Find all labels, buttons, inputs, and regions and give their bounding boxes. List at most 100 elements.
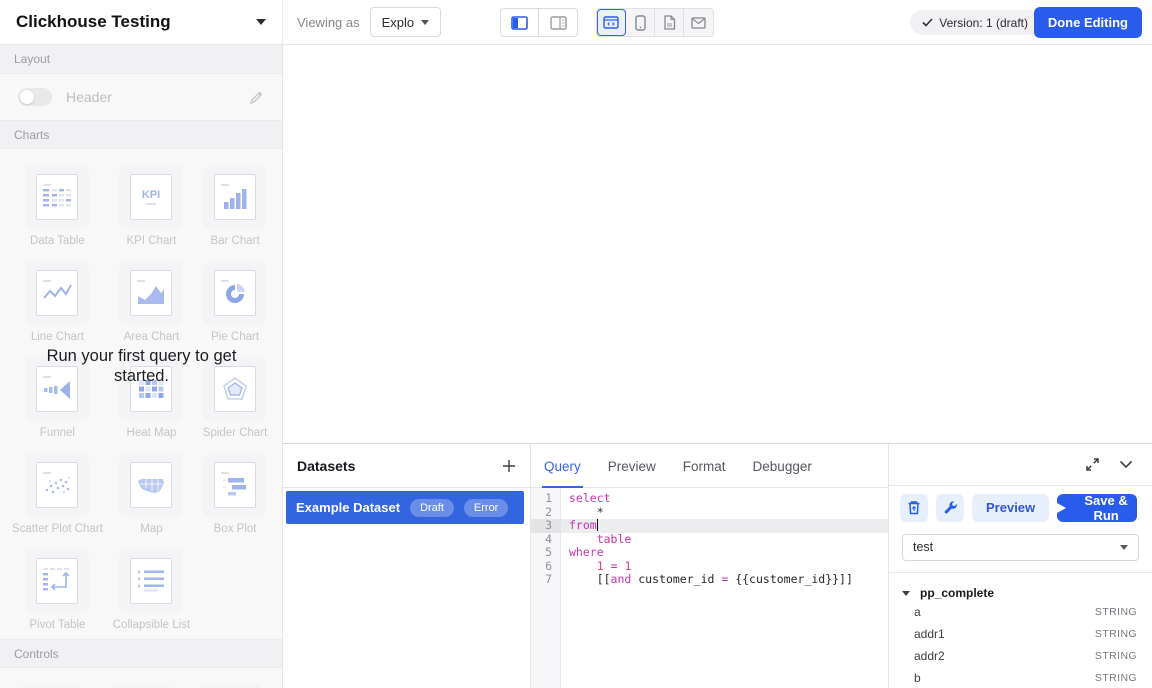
expand-panel-icon[interactable] xyxy=(1085,457,1100,472)
control-card[interactable] xyxy=(191,678,270,688)
tab-query[interactable]: Query xyxy=(544,459,581,487)
pdf-export-button[interactable] xyxy=(655,9,684,36)
schema-table-name: pp_complete xyxy=(920,586,994,600)
desktop-preview-button[interactable] xyxy=(597,9,626,36)
area-chart-icon xyxy=(134,276,168,310)
query-settings-button[interactable] xyxy=(936,494,964,522)
datasets-title: Datasets xyxy=(297,458,355,474)
schema-field-row: addr1 STRING xyxy=(902,623,1137,644)
viewing-as-value: Explo xyxy=(382,15,415,30)
schema-browser: pp_complete a STRING addr1 STRING addr2 … xyxy=(889,573,1152,688)
code-line[interactable]: 3from xyxy=(531,519,888,533)
right-panel-toggle-button[interactable] xyxy=(539,8,578,37)
datasets-column: Datasets Example Dataset Draft Error xyxy=(283,444,531,688)
section-controls: Controls xyxy=(0,639,282,668)
sql-editor[interactable]: 1select2 *3from4 table5where6 1 = 17 [[a… xyxy=(531,488,888,688)
dataset-badge-error: Error xyxy=(464,499,508,517)
play-icon xyxy=(1057,503,1066,513)
dashboard-title-area[interactable]: Clickhouse Testing xyxy=(0,0,283,44)
line-chart-icon xyxy=(40,276,74,310)
tab-format[interactable]: Format xyxy=(683,459,726,487)
code-line[interactable]: 6 1 = 1 xyxy=(531,560,888,574)
tab-debugger[interactable]: Debugger xyxy=(753,459,812,487)
chevron-down-icon xyxy=(1120,545,1128,550)
email-export-button[interactable] xyxy=(684,9,713,36)
preview-button[interactable]: Preview xyxy=(972,494,1049,522)
pie-chart-icon xyxy=(218,276,252,310)
code-line[interactable]: 1select xyxy=(531,492,888,506)
collapse-caret-icon xyxy=(902,591,910,596)
right-panel-icon xyxy=(550,16,567,30)
wrench-icon xyxy=(943,500,958,515)
header-layout-row: Header xyxy=(0,74,282,120)
edit-pencil-icon[interactable] xyxy=(249,90,264,105)
version-label: Version: 1 (draft) xyxy=(939,16,1028,30)
chart-type-grid: Data Table KPI KPI Chart xyxy=(0,149,282,639)
code-line[interactable]: 7 [[and customer_id = {{customer_id}}]] xyxy=(531,573,888,587)
svg-text:KPI: KPI xyxy=(142,189,160,201)
left-panel-icon xyxy=(511,16,528,30)
chart-card-bar[interactable]: Bar Chart xyxy=(200,159,270,255)
chart-card-pivot-table[interactable]: Pivot Table xyxy=(12,543,103,639)
chart-card-scatter[interactable]: Scatter Plot Chart xyxy=(12,447,103,543)
kpi-chart-icon: KPI xyxy=(134,180,168,214)
envelope-icon xyxy=(691,17,706,29)
page-title: Clickhouse Testing xyxy=(16,12,171,32)
panel-controls xyxy=(888,444,1152,486)
pivot-table-icon xyxy=(40,564,74,598)
chart-card-data-table[interactable]: Data Table xyxy=(12,159,103,255)
delete-dataset-button[interactable] xyxy=(900,494,928,522)
code-line[interactable]: 2 * xyxy=(531,506,888,520)
editor-tabs: Query Preview Format Debugger xyxy=(531,444,888,488)
viewing-as-dropdown[interactable]: Explo xyxy=(370,7,442,37)
chart-card-collapsible-list[interactable]: Collapsible List xyxy=(113,543,190,639)
check-icon xyxy=(922,18,933,27)
code-line[interactable]: 4 table xyxy=(531,533,888,547)
chart-card-area[interactable]: Area Chart xyxy=(113,255,190,351)
schema-table-row[interactable]: pp_complete xyxy=(902,586,1137,600)
chart-card-map[interactable]: Map xyxy=(113,447,190,543)
section-layout: Layout xyxy=(0,45,282,74)
version-badge[interactable]: Version: 1 (draft) xyxy=(910,10,1040,35)
save-run-button[interactable]: Save & Run xyxy=(1057,494,1137,522)
chart-card-box-plot[interactable]: Box Plot xyxy=(200,447,270,543)
chart-card-pie[interactable]: Pie Chart xyxy=(200,255,270,351)
browser-code-icon xyxy=(603,16,619,29)
chart-card-line[interactable]: Line Chart xyxy=(12,255,103,351)
controls-grid xyxy=(0,668,282,688)
editor-column: Query Preview Format Debugger 1select2 *… xyxy=(531,444,888,688)
box-plot-icon xyxy=(218,468,252,502)
dashboard-editor: Clickhouse Testing Viewing as Explo xyxy=(0,0,1152,688)
mobile-preview-button[interactable] xyxy=(626,9,655,36)
data-table-icon xyxy=(40,180,74,214)
code-lines: 1select2 *3from4 table5where6 1 = 17 [[a… xyxy=(531,492,888,587)
query-action-buttons: Preview Save & Run xyxy=(889,486,1152,522)
dataset-row-example-dataset[interactable]: Example Dataset Draft Error xyxy=(286,491,524,524)
query-panel: Datasets Example Dataset Draft Error Que… xyxy=(283,443,1152,688)
table-selector-dropdown[interactable]: test xyxy=(902,534,1139,561)
trash-icon xyxy=(907,500,921,515)
control-card[interactable] xyxy=(12,678,91,688)
query-actions-column: Preview Save & Run test pp_complete a xyxy=(888,444,1152,688)
plus-icon xyxy=(502,459,516,473)
chart-card-kpi[interactable]: KPI KPI Chart xyxy=(113,159,190,255)
done-editing-button[interactable]: Done Editing xyxy=(1034,7,1142,38)
left-panel-toggle-button[interactable] xyxy=(500,8,539,37)
mobile-phone-icon xyxy=(635,15,646,31)
title-dropdown-caret-icon[interactable] xyxy=(256,19,266,25)
collapse-panel-chevron-icon[interactable] xyxy=(1119,460,1133,469)
header-toggle[interactable] xyxy=(18,88,52,106)
tab-preview[interactable]: Preview xyxy=(608,459,656,487)
empty-state-message: Run your first query to get started. xyxy=(0,346,283,386)
schema-field-row: addr2 STRING xyxy=(902,645,1137,666)
add-dataset-button[interactable] xyxy=(502,459,516,473)
control-card[interactable] xyxy=(101,678,180,688)
table-selector-value: test xyxy=(913,540,933,554)
pdf-document-icon xyxy=(663,15,676,30)
bar-chart-icon xyxy=(218,180,252,214)
code-line[interactable]: 5where xyxy=(531,546,888,560)
chevron-down-icon xyxy=(421,20,429,25)
dashboard-canvas[interactable] xyxy=(283,45,1152,443)
scatter-plot-icon xyxy=(40,468,74,502)
elements-sidebar: Layout Header Charts xyxy=(0,45,283,688)
